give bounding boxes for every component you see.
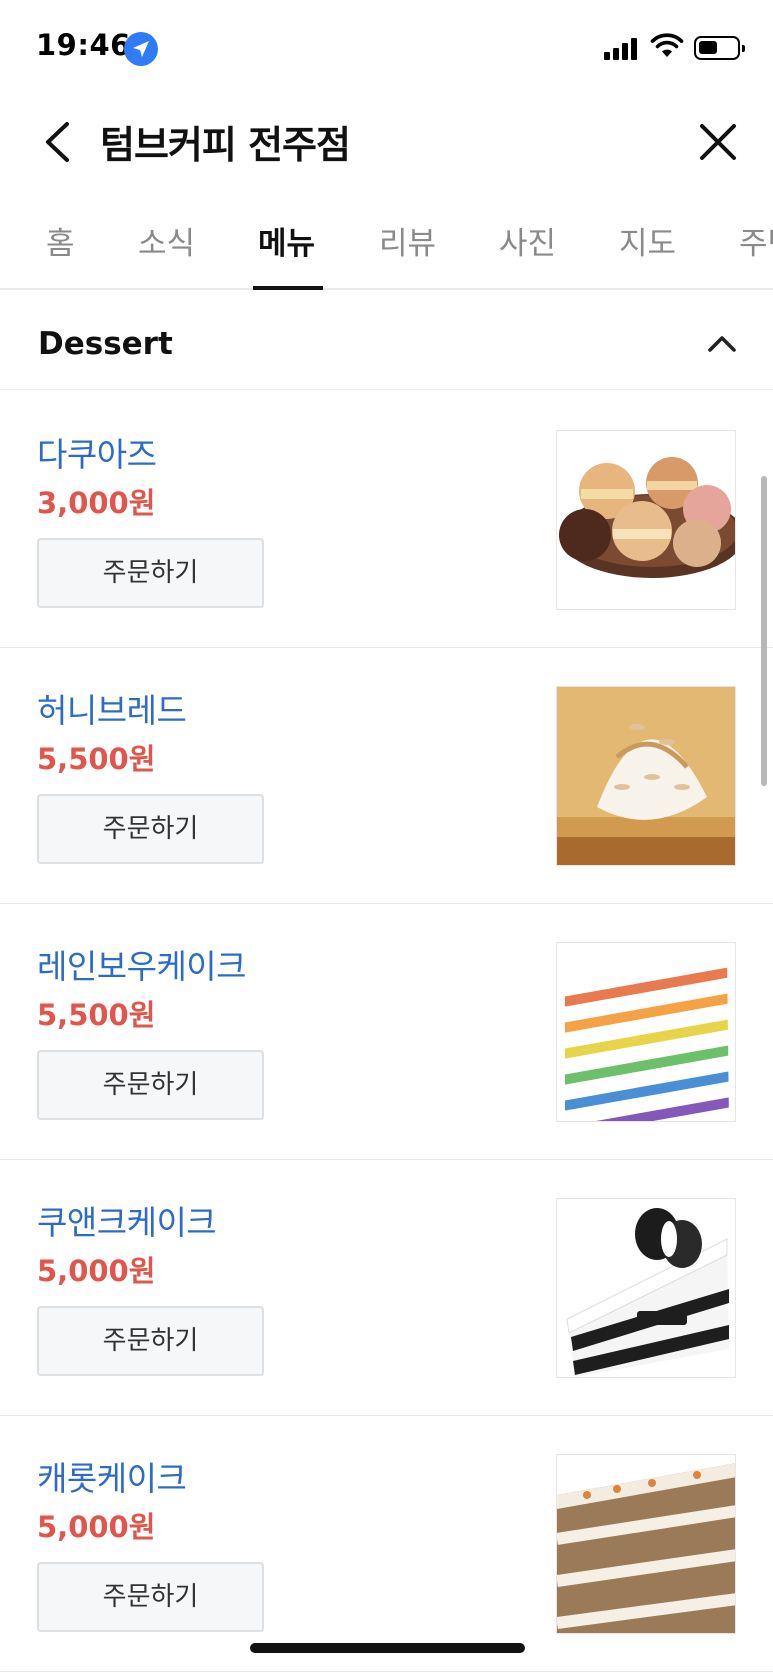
menu-item[interactable]: 레인보우케이크 5,500원 주문하기: [0, 904, 773, 1160]
collapse-button[interactable]: [700, 328, 744, 358]
item-price: 3,000원: [37, 486, 156, 520]
home-indicator[interactable]: [250, 1643, 525, 1653]
order-button[interactable]: 주문하기: [37, 1562, 264, 1632]
menu-item[interactable]: 허니브레드 5,500원 주문하기: [0, 648, 773, 904]
order-button[interactable]: 주문하기: [37, 538, 264, 608]
order-button[interactable]: 주문하기: [37, 1050, 264, 1120]
back-button[interactable]: [34, 114, 84, 170]
menu-item[interactable]: 쿠앤크케이크 5,000원 주문하기: [0, 1160, 773, 1416]
tab-nearby[interactable]: 주변: [739, 218, 773, 263]
item-price: 5,000원: [37, 1510, 156, 1544]
oreo-cake-image[interactable]: [556, 1198, 736, 1378]
tab-home[interactable]: 홈: [46, 218, 75, 263]
tab-bar: 홈 소식 메뉴 리뷰 사진 지도 주변: [0, 200, 773, 290]
item-price: 5,000원: [37, 1254, 156, 1288]
scrollbar[interactable]: [761, 476, 767, 786]
status-time: 19:46: [36, 28, 131, 62]
order-button[interactable]: 주문하기: [37, 1306, 264, 1376]
item-name[interactable]: 쿠앤크케이크: [37, 1196, 217, 1244]
chevron-up-icon: [708, 336, 736, 352]
tab-menu[interactable]: 메뉴: [258, 218, 315, 263]
close-icon: [700, 124, 736, 160]
close-button[interactable]: [690, 114, 746, 170]
macaron-plate-image[interactable]: [556, 430, 736, 610]
item-name[interactable]: 레인보우케이크: [37, 940, 247, 988]
location-arrow-icon: [124, 32, 158, 66]
item-name[interactable]: 허니브레드: [37, 684, 187, 732]
menu-item[interactable]: 다쿠아즈 3,000원 주문하기: [0, 392, 773, 648]
tab-photos[interactable]: 사진: [499, 218, 556, 263]
item-name[interactable]: 다쿠아즈: [37, 428, 157, 476]
tab-reviews[interactable]: 리뷰: [379, 218, 436, 263]
order-button[interactable]: 주문하기: [37, 794, 264, 864]
active-tab-indicator: [253, 286, 323, 290]
item-price: 5,500원: [37, 998, 156, 1032]
page-title: 텀브커피 전주점: [100, 123, 351, 167]
battery-icon: [694, 36, 745, 60]
header: 텀브커피 전주점: [0, 96, 773, 188]
honey-bread-image[interactable]: [556, 686, 736, 866]
section-header[interactable]: Dessert: [0, 292, 773, 390]
section-title: Dessert: [38, 326, 173, 362]
app-screen: 19:46 텀브커피 전주점 홈 소식 메뉴 리뷰 사진 지도 주 Desser…: [0, 0, 773, 1674]
tab-map[interactable]: 지도: [619, 218, 676, 263]
carrot-cake-image[interactable]: [556, 1454, 736, 1634]
rainbow-cake-image[interactable]: [556, 942, 736, 1122]
status-bar: 19:46: [0, 0, 773, 96]
cellular-signal-icon: [604, 36, 640, 60]
menu-item[interactable]: 캐롯케이크 5,000원 주문하기: [0, 1416, 773, 1672]
chevron-left-icon: [46, 122, 69, 162]
item-name[interactable]: 캐롯케이크: [37, 1452, 187, 1500]
item-price: 5,500원: [37, 742, 156, 776]
tab-news[interactable]: 소식: [138, 218, 195, 263]
wifi-icon: [650, 33, 684, 63]
